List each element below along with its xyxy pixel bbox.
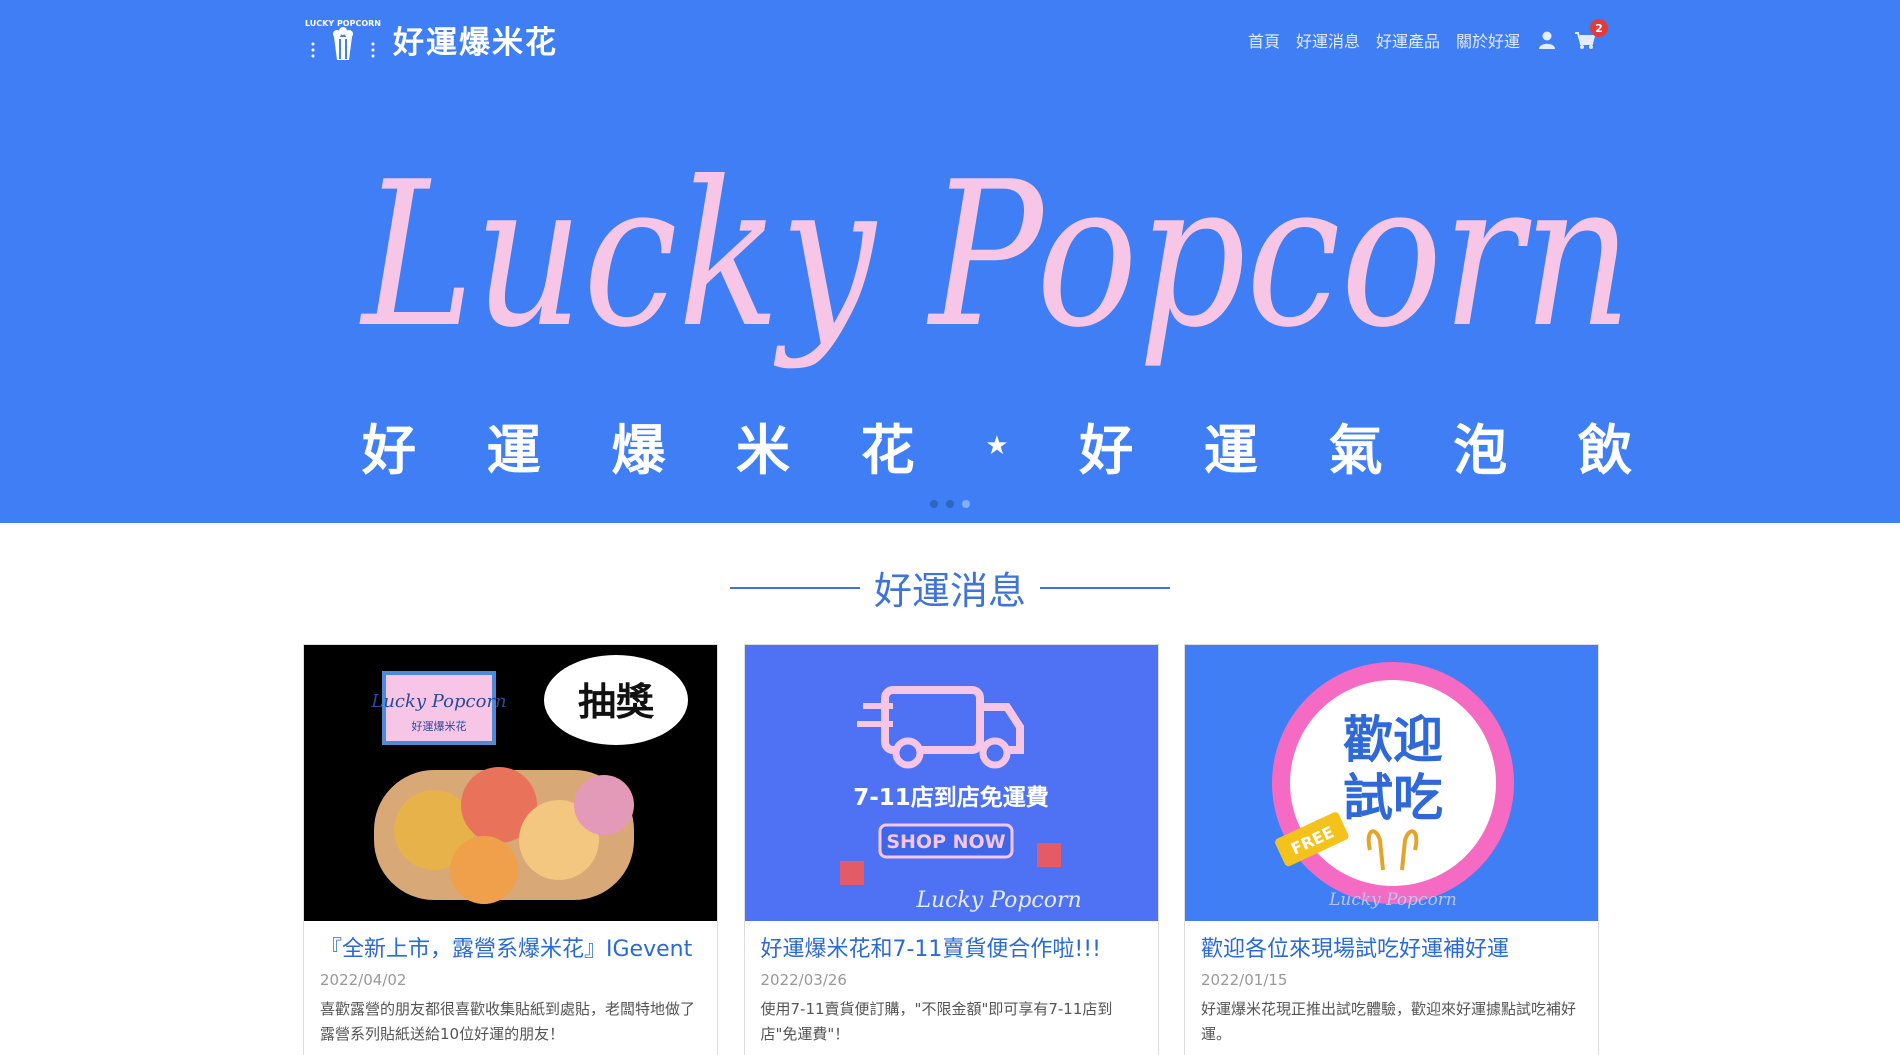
news-card-excerpt: 使用7-11賣貨便訂購，"不限金額"即可享有7-11店到店"免運費"！ (760, 1000, 1113, 1043)
news-card-title[interactable]: 『全新上市，露營系爆米花』IGevent (320, 935, 701, 965)
brand-home-link[interactable]: LUCKY POPCORN 好運爆米花 (303, 12, 558, 66)
news-card[interactable]: 歡迎 試吃 FREE Lucky Popcorn 歡迎各位來現場試吃好運補好運 … (1184, 644, 1599, 1055)
hero-sub-char: 花 (860, 419, 915, 482)
hero-sub-char: 泡 (1453, 419, 1508, 482)
svg-text:Lucky Popcorn: Lucky Popcorn (915, 888, 1081, 913)
hero-sub-char: 米 (735, 419, 790, 482)
cart-count-badge: 2 (1590, 19, 1608, 37)
svg-text:好運爆米花: 好運爆米花 (412, 719, 467, 733)
user-icon[interactable] (1536, 29, 1558, 51)
hero-sub-char: 運 (1203, 419, 1258, 482)
svg-text:SHOP NOW: SHOP NOW (886, 831, 1005, 853)
svg-text:Lucky Popcorn: Lucky Popcorn (359, 139, 1632, 372)
nav-news[interactable]: 好運消息 (1296, 28, 1360, 52)
hero-sub-char: 好 (362, 419, 416, 482)
hero-sub-char: 運 (486, 419, 541, 482)
news-card-body: 好運爆米花和7-11賣貨便合作啦!!! 2022/03/26 使用7-11賣貨便… (745, 921, 1158, 1055)
news-card-body: 歡迎各位來現場試吃好運補好運 2022/01/15 好運爆米花現正推出試吃體驗，… (1185, 921, 1598, 1055)
nav-home[interactable]: 首頁 (1248, 28, 1280, 52)
news-card-image: 7-11店到店免運費 SHOP NOW Lucky Popcorn (744, 645, 1158, 921)
news-card-excerpt: 喜歡露營的朋友都很喜歡收集貼紙到處貼，老闆特地做了露營系列貼紙送給10位好運的朋… (320, 1000, 696, 1043)
svg-text:試吃: 試吃 (1343, 769, 1443, 827)
svg-text:抽獎: 抽獎 (578, 680, 655, 724)
news-card[interactable]: 7-11店到店免運費 SHOP NOW Lucky Popcorn 好運爆米花和… (743, 644, 1159, 1055)
navbar: LUCKY POPCORN 好運爆米花 首頁 好運消息 好運產品 關於好運 2 (0, 0, 1900, 79)
news-card-excerpt: 好運爆米花現正推出試吃體驗，歡迎來好運據點試吃補好運。 (1201, 1000, 1577, 1043)
carousel-indicators (930, 500, 978, 508)
hero-carousel[interactable]: Lucky Popcorn 好 運 爆 米 花 ★ 好 運 氣 泡 飲 (0, 79, 1900, 523)
carousel-dot-2[interactable] (946, 500, 954, 508)
nav-about[interactable]: 關於好運 (1456, 28, 1520, 52)
carousel-dot-1[interactable] (930, 500, 938, 508)
carousel-dot-3[interactable] (962, 500, 970, 508)
delivery-truck-icon: 7-11店到店免運費 SHOP NOW Lucky Popcorn (839, 686, 1081, 913)
hero-sub-char: 好 (1079, 419, 1134, 482)
svg-text:歡迎: 歡迎 (1343, 711, 1443, 769)
news-card-list: Lucky Popcorn 好運爆米花 抽獎 『全新上市，露營系爆米花』IGev… (303, 644, 1599, 1055)
heading-divider-left (729, 586, 860, 589)
hero-sub-char: 爆 (611, 419, 666, 482)
hero-subtitle: 好 運 爆 米 花 ★ 好 運 氣 泡 飲 (362, 406, 1632, 485)
svg-text:7-11店到店免運費: 7-11店到店免運費 (853, 785, 1049, 811)
news-card-body: 『全新上市，露營系爆米花』IGevent 2022/04/02 喜歡露營的朋友都… (304, 921, 717, 1055)
logo-text: LUCKY POPCORN (305, 19, 381, 28)
news-section-heading: 好運消息 (0, 560, 1900, 615)
hero-slide: Lucky Popcorn 好 運 爆 米 花 ★ 好 運 氣 泡 飲 (0, 79, 1900, 523)
news-card[interactable]: Lucky Popcorn 好運爆米花 抽獎 『全新上市，露營系爆米花』IGev… (303, 644, 718, 1055)
popcorn-logo-icon: LUCKY POPCORN (305, 19, 381, 60)
heading-divider-right (1040, 586, 1170, 589)
news-card-image: 歡迎 試吃 FREE Lucky Popcorn (1185, 645, 1598, 921)
star-icon: ★ (985, 430, 1009, 461)
hero-sub-char: 飲 (1577, 419, 1632, 482)
news-card-image: Lucky Popcorn 好運爆米花 抽獎 (304, 645, 717, 921)
news-section-title: 好運消息 (873, 569, 1026, 613)
hero-sub-char: 氣 (1328, 419, 1383, 482)
brand-name: 好運爆米花 (393, 24, 558, 61)
news-card-date: 2022/04/02 (320, 971, 407, 989)
news-card-date: 2022/01/15 (1201, 971, 1288, 989)
svg-text:Lucky Popcorn: Lucky Popcorn (1328, 890, 1457, 910)
news-card-title[interactable]: 好運爆米花和7-11賣貨便合作啦!!! (761, 935, 1142, 965)
cart-icon[interactable]: 2 (1574, 19, 1608, 51)
nav-products[interactable]: 好運產品 (1376, 28, 1440, 52)
svg-text:Lucky Popcorn: Lucky Popcorn (370, 691, 506, 712)
news-card-date: 2022/03/26 (760, 971, 847, 989)
nav-menu: 首頁 好運消息 好運產品 關於好運 2 (1232, 19, 1608, 56)
news-card-title[interactable]: 歡迎各位來現場試吃好運補好運 (1201, 935, 1582, 965)
